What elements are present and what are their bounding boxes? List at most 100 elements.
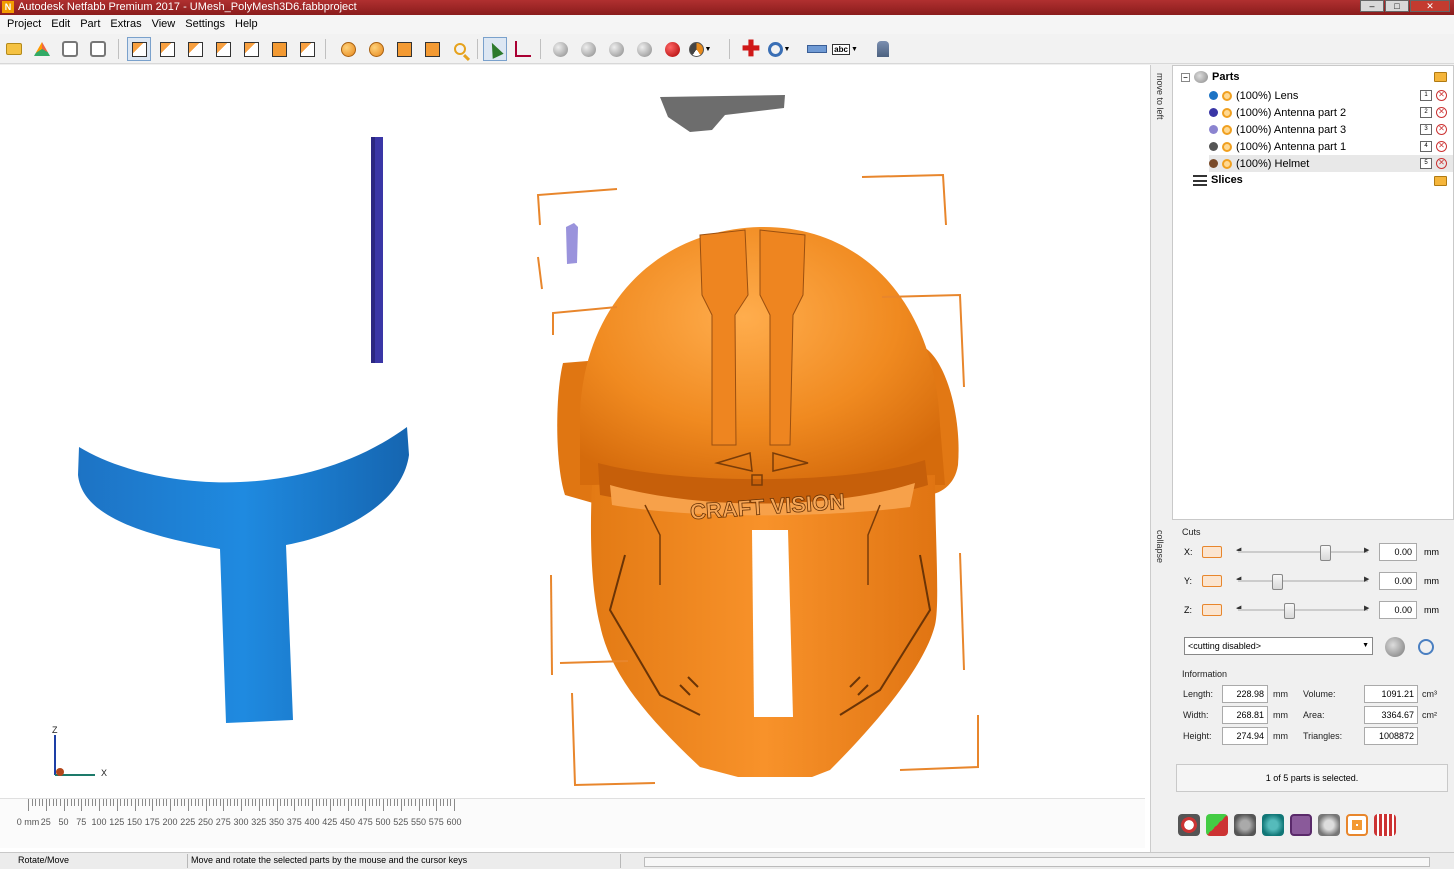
collapse-button[interactable]: collapse bbox=[1155, 530, 1165, 563]
remove-part-icon[interactable]: ✕ bbox=[1436, 158, 1447, 169]
lens-mesh[interactable] bbox=[78, 427, 409, 723]
grid-red-icon[interactable] bbox=[1374, 814, 1396, 836]
ruler-tick bbox=[333, 799, 335, 806]
cut-x-value-input[interactable]: 0.00 bbox=[1379, 543, 1417, 561]
tree-slices-root[interactable]: Slices bbox=[1193, 174, 1243, 186]
tree-parts-root[interactable]: – Parts bbox=[1181, 71, 1240, 83]
slider-right-arrow-icon[interactable]: ▶ bbox=[1364, 546, 1369, 554]
3d-viewport[interactable]: CRAFT VISION Z X 0 mm 25 50 75 100 125 150 175 2… bbox=[0, 65, 1150, 852]
orange-frame-icon[interactable] bbox=[1346, 814, 1368, 836]
measure-button[interactable] bbox=[805, 37, 829, 61]
fit-view-button[interactable] bbox=[392, 37, 416, 61]
layer-sphere-icon[interactable] bbox=[1318, 814, 1340, 836]
recycle-gray-icon[interactable] bbox=[1234, 814, 1256, 836]
slider-right-arrow-icon[interactable]: ▶ bbox=[1364, 604, 1369, 612]
slices-folder-icon[interactable] bbox=[1434, 176, 1447, 186]
remove-part-icon[interactable]: ✕ bbox=[1436, 107, 1447, 118]
scene-canvas[interactable]: CRAFT VISION bbox=[0, 65, 1150, 798]
cut-z-slider[interactable] bbox=[1238, 603, 1368, 619]
cut-y-value-input[interactable]: 0.00 bbox=[1379, 572, 1417, 590]
view-top-button[interactable] bbox=[239, 37, 263, 61]
pie-view-button[interactable]: ▼ bbox=[688, 37, 712, 61]
dial-button[interactable]: ▼ bbox=[767, 37, 791, 61]
menu-settings[interactable]: Settings bbox=[180, 15, 230, 34]
parts-folder-icon[interactable] bbox=[1434, 72, 1447, 82]
tree-item-lens[interactable]: (100%) Lens 1 ✕ bbox=[1209, 87, 1453, 104]
fit-selection-button[interactable] bbox=[420, 37, 444, 61]
slider-thumb[interactable] bbox=[1272, 574, 1284, 590]
ruler-tick bbox=[454, 799, 455, 811]
ruler-tick-label: 50 bbox=[58, 817, 69, 827]
menu-help[interactable]: Help bbox=[230, 15, 263, 34]
menu-edit[interactable]: Edit bbox=[46, 15, 75, 34]
collapse-tree-icon[interactable]: – bbox=[1181, 72, 1190, 82]
sphere-button[interactable] bbox=[364, 37, 388, 61]
menu-extras[interactable]: Extras bbox=[105, 15, 146, 34]
tree-item-antenna-part-1[interactable]: (100%) Antenna part 1 4 ✕ bbox=[1209, 138, 1453, 155]
view-bottom-button[interactable] bbox=[267, 37, 291, 61]
view-front-button[interactable] bbox=[127, 37, 151, 61]
visibility-eye-icon[interactable] bbox=[1222, 90, 1232, 101]
view-left-button[interactable] bbox=[183, 37, 207, 61]
visibility-eye-icon[interactable] bbox=[1222, 141, 1232, 152]
zoom-button[interactable] bbox=[448, 37, 472, 61]
antenna-part-3-mesh[interactable] bbox=[566, 223, 578, 264]
remove-part-icon[interactable]: ✕ bbox=[1436, 141, 1447, 152]
person-button[interactable] bbox=[871, 37, 895, 61]
slider-thumb[interactable] bbox=[1320, 545, 1332, 561]
tree-item-antenna-part-3[interactable]: (100%) Antenna part 3 3 ✕ bbox=[1209, 121, 1453, 138]
view-right-button[interactable] bbox=[211, 37, 235, 61]
antenna-part-1-mesh[interactable] bbox=[660, 95, 785, 132]
add-part-button[interactable] bbox=[30, 37, 54, 61]
ruler-tick bbox=[109, 799, 111, 806]
cut-z-value-input[interactable]: 0.00 bbox=[1379, 601, 1417, 619]
view-iso-button[interactable] bbox=[295, 37, 319, 61]
slider-thumb[interactable] bbox=[1284, 603, 1295, 619]
recycle-teal-icon[interactable] bbox=[1262, 814, 1284, 836]
close-window-button[interactable]: ✕ bbox=[1410, 0, 1450, 12]
slider-right-arrow-icon[interactable]: ▶ bbox=[1364, 575, 1369, 583]
ruler-tick bbox=[354, 799, 356, 806]
cut-plane-toggle[interactable] bbox=[1202, 604, 1222, 616]
cut-x-slider[interactable] bbox=[1238, 545, 1368, 561]
cut-y-slider[interactable] bbox=[1238, 574, 1368, 590]
repair-button[interactable] bbox=[336, 37, 360, 61]
color-view-button[interactable] bbox=[660, 37, 684, 61]
support-gear-icon[interactable] bbox=[1178, 814, 1200, 836]
view-back-button[interactable] bbox=[155, 37, 179, 61]
minimize-button[interactable]: – bbox=[1360, 0, 1384, 12]
add-support-button[interactable]: ✚ bbox=[739, 37, 763, 61]
menu-project[interactable]: Project bbox=[2, 15, 46, 34]
shadow-view-button[interactable] bbox=[548, 37, 572, 61]
remove-part-icon[interactable]: ✕ bbox=[1436, 124, 1447, 135]
box-purple-icon[interactable] bbox=[1290, 814, 1312, 836]
select-tool-button[interactable] bbox=[483, 37, 507, 61]
maximize-button[interactable]: □ bbox=[1385, 0, 1409, 12]
axes-tool-button[interactable] bbox=[511, 37, 535, 61]
menu-view[interactable]: View bbox=[147, 15, 181, 34]
execute-cut-gear-icon[interactable] bbox=[1385, 637, 1405, 657]
open-project-button[interactable] bbox=[2, 37, 26, 61]
visibility-eye-icon[interactable] bbox=[1222, 158, 1232, 169]
mesh-view-button[interactable] bbox=[632, 37, 656, 61]
cut-plane-toggle[interactable] bbox=[1202, 575, 1222, 587]
ruler-tick bbox=[368, 799, 370, 806]
cutting-mode-select[interactable]: <cutting disabled> ▼ bbox=[1184, 637, 1373, 655]
cut-plane-toggle[interactable] bbox=[1202, 546, 1222, 558]
visibility-eye-icon[interactable] bbox=[1222, 107, 1232, 118]
menu-part[interactable]: Part bbox=[75, 15, 105, 34]
remove-part-icon[interactable]: ✕ bbox=[1436, 90, 1447, 101]
reset-cut-icon[interactable] bbox=[1418, 639, 1434, 655]
tree-item-helmet[interactable]: (100%) Helmet 5 ✕ bbox=[1209, 155, 1453, 172]
part-settings-button[interactable] bbox=[58, 37, 82, 61]
gray-view-button[interactable] bbox=[576, 37, 600, 61]
visibility-eye-icon[interactable] bbox=[1222, 124, 1232, 135]
repair-ball-icon bbox=[340, 41, 356, 57]
add-box-button[interactable] bbox=[86, 37, 110, 61]
move-to-left-button[interactable]: move to left bbox=[1155, 73, 1165, 120]
multi-view-button[interactable] bbox=[604, 37, 628, 61]
tree-item-antenna-part-2[interactable]: (100%) Antenna part 2 2 ✕ bbox=[1209, 104, 1453, 121]
label-button[interactable]: abc ▼ bbox=[832, 37, 858, 61]
warning-icon[interactable] bbox=[1206, 814, 1228, 836]
ruler-tick-label: 100 bbox=[91, 817, 107, 827]
